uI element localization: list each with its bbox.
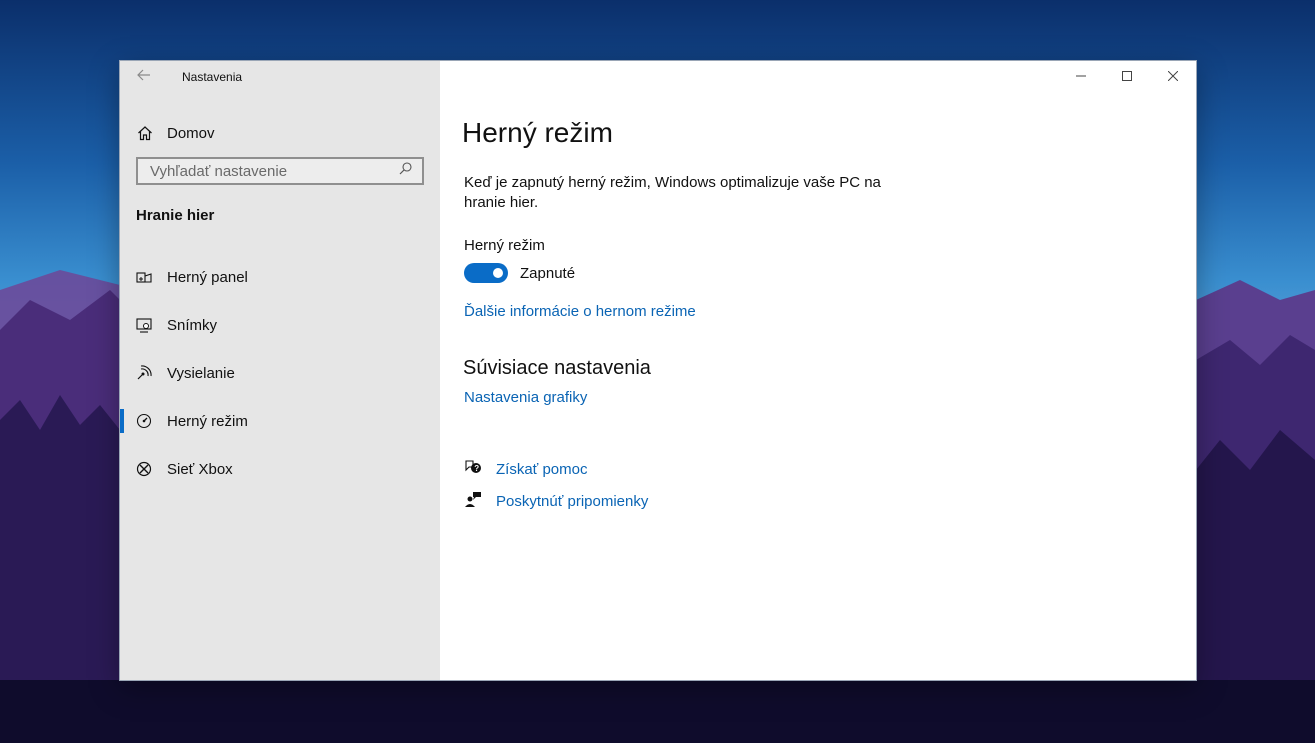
toggle-knob bbox=[493, 268, 503, 278]
back-button[interactable] bbox=[120, 61, 168, 93]
help-row: ? Získať pomoc bbox=[464, 453, 1022, 485]
captures-icon bbox=[136, 317, 152, 333]
title-bar: Nastavenia bbox=[120, 61, 440, 93]
game-mode-icon bbox=[136, 413, 152, 429]
main-content: Herný režim Keď je zapnutý herný režim, … bbox=[440, 61, 1196, 680]
settings-window: Nastavenia Domov Hranie hier Herný panel bbox=[120, 61, 1196, 680]
xbox-icon bbox=[136, 461, 152, 477]
sidebar-item-label: Herný režim bbox=[167, 412, 248, 430]
sidebar: Nastavenia Domov Hranie hier Herný panel bbox=[120, 61, 440, 680]
game-mode-toggle-row: Zapnuté bbox=[464, 263, 1022, 283]
page-description: Keď je zapnutý herný režim, Windows opti… bbox=[464, 174, 881, 211]
search-icon[interactable] bbox=[399, 162, 412, 180]
maximize-button[interactable] bbox=[1104, 61, 1150, 93]
toggle-state-label: Zapnuté bbox=[520, 264, 576, 282]
maximize-icon bbox=[1122, 68, 1132, 86]
home-icon bbox=[137, 125, 153, 141]
sidebar-item-game-bar[interactable]: Herný panel bbox=[120, 253, 440, 301]
sidebar-item-broadcasting[interactable]: Vysielanie bbox=[120, 349, 440, 397]
search-box bbox=[136, 157, 424, 185]
close-button[interactable] bbox=[1150, 61, 1196, 93]
sidebar-section-title: Hranie hier bbox=[136, 207, 215, 224]
more-info-link[interactable]: Ďalšie informácie o hernom režime bbox=[464, 303, 696, 320]
svg-text:?: ? bbox=[474, 464, 479, 473]
feedback-icon bbox=[464, 491, 482, 512]
game-mode-toggle[interactable] bbox=[464, 263, 508, 283]
back-arrow-icon bbox=[137, 68, 151, 86]
graphics-settings-link[interactable]: Nastavenia grafiky bbox=[464, 389, 587, 406]
sidebar-item-captures[interactable]: Snímky bbox=[120, 301, 440, 349]
feedback-row: Poskytnúť pripomienky bbox=[464, 485, 1022, 517]
sidebar-item-game-mode[interactable]: Herný režim bbox=[120, 397, 440, 445]
sidebar-home[interactable]: Domov bbox=[120, 113, 440, 153]
sidebar-item-xbox-network[interactable]: Sieť Xbox bbox=[120, 445, 440, 493]
game-bar-icon bbox=[136, 269, 152, 285]
minimize-button[interactable] bbox=[1058, 61, 1104, 93]
search-input[interactable] bbox=[148, 161, 399, 181]
window-controls bbox=[1058, 61, 1196, 93]
sidebar-item-label: Snímky bbox=[167, 316, 218, 334]
related-settings-title: Súvisiace nastavenia bbox=[463, 357, 651, 379]
game-mode-setting-label: Herný režim bbox=[464, 237, 545, 254]
help-list: ? Získať pomoc Poskytnúť pripomienky bbox=[464, 453, 1022, 517]
close-icon bbox=[1167, 68, 1179, 86]
give-feedback-link[interactable]: Poskytnúť pripomienky bbox=[496, 493, 648, 510]
app-title: Nastavenia bbox=[182, 70, 243, 84]
page-title: Herný režim bbox=[462, 117, 613, 148]
home-label: Domov bbox=[167, 124, 215, 142]
minimize-icon bbox=[1076, 68, 1086, 86]
sidebar-item-label: Herný panel bbox=[167, 268, 248, 286]
broadcasting-icon bbox=[136, 365, 152, 381]
sidebar-nav: Herný panel Snímky Vysielanie Herný reži… bbox=[120, 253, 440, 493]
sidebar-item-label: Vysielanie bbox=[167, 364, 235, 382]
page-content: Herný režim Keď je zapnutý herný režim, … bbox=[462, 117, 1022, 517]
get-help-icon: ? bbox=[464, 459, 482, 480]
sidebar-item-label: Sieť Xbox bbox=[167, 460, 233, 478]
get-help-link[interactable]: Získať pomoc bbox=[496, 461, 588, 478]
